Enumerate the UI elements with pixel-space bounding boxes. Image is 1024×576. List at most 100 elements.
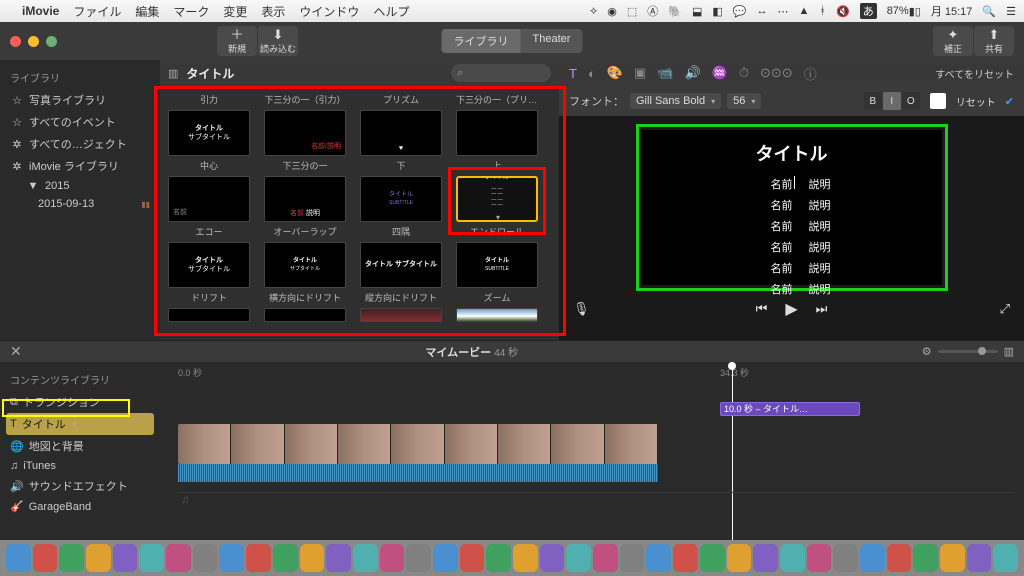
title-item-drift[interactable]: タイトルサブタイトルドリフト (168, 242, 250, 304)
import-button[interactable]: ⬇読み込む (258, 26, 298, 56)
title-item-below[interactable]: ♥下 (360, 110, 442, 172)
status-icon[interactable]: ◉ (607, 5, 617, 18)
dock-app[interactable] (86, 544, 111, 572)
sidebar-item-all-events[interactable]: ☆すべてのイベント (6, 111, 154, 133)
status-icon[interactable]: Ⓐ (647, 3, 658, 19)
title-item-endroll[interactable]: タイトル— —— —— —— —エンドロール (456, 176, 538, 238)
reset-all-button[interactable]: すべてをリセット (935, 66, 1014, 81)
menu-change[interactable]: 変更 (223, 3, 247, 20)
play-button[interactable]: ▶ (785, 299, 797, 319)
menu-file[interactable]: ファイル (73, 3, 121, 20)
content-item-garageband[interactable]: 🎸GarageBand (6, 497, 154, 516)
enhance-button[interactable]: ✦補正 (933, 26, 973, 56)
speed-icon[interactable]: ⏱ (739, 65, 749, 81)
title-item[interactable] (360, 308, 442, 322)
dock-app[interactable] (540, 544, 565, 572)
audio-track[interactable] (178, 464, 658, 482)
dock-app[interactable] (566, 544, 591, 572)
dock-app[interactable] (513, 544, 538, 572)
new-button[interactable]: ＋新規 (217, 26, 257, 56)
status-icon[interactable]: 💬 (733, 5, 747, 18)
title-item[interactable] (456, 308, 538, 322)
dock-app[interactable] (753, 544, 778, 572)
dock-app[interactable] (6, 544, 31, 572)
sidebar-item-event[interactable]: 2015-09-13▮▮ (6, 195, 154, 213)
dock-app[interactable] (486, 544, 511, 572)
dropbox-icon[interactable]: ⬓ (692, 5, 702, 18)
filter-icon[interactable]: ⊙⊙⊙ (760, 65, 793, 81)
title-item-center[interactable]: タイトルサブタイトル中心 (168, 110, 250, 172)
dock-app[interactable] (326, 544, 351, 572)
dock-app[interactable] (940, 544, 965, 572)
outline-button[interactable]: O (902, 92, 920, 110)
dock-app[interactable] (139, 544, 164, 572)
crop-icon[interactable]: ▣ (634, 65, 646, 81)
title-item-overlap[interactable]: 名前 説明オーバーラップ (264, 176, 346, 238)
dock-app[interactable] (460, 544, 485, 572)
spotlight-icon[interactable]: 🔍 (982, 5, 996, 18)
voiceover-icon[interactable]: 🎙 (573, 301, 590, 317)
volume-icon[interactable]: 🔊 (684, 65, 700, 81)
close-timeline-button[interactable]: ✕ (10, 343, 22, 360)
prev-button[interactable]: ⏮ (756, 301, 768, 317)
video-track[interactable] (178, 424, 658, 464)
playhead[interactable] (732, 362, 733, 540)
dock-app[interactable] (593, 544, 618, 572)
title-item[interactable] (168, 308, 250, 322)
italic-button[interactable]: I (883, 92, 901, 110)
status-icon[interactable]: ⋯ (777, 5, 788, 18)
status-icon[interactable]: ◧ (712, 5, 722, 18)
menu-edit[interactable]: 編集 (135, 3, 159, 20)
fullscreen-icon[interactable]: ⤢ (1000, 301, 1010, 317)
dock-app[interactable] (433, 544, 458, 572)
title-item-echo[interactable]: 名前エコー (168, 176, 250, 238)
volume-icon[interactable]: 🔇 (836, 5, 850, 18)
title-clip[interactable]: 10.0 秒 – タイトル… (720, 402, 860, 416)
dock-app[interactable] (833, 544, 858, 572)
search-input[interactable]: ⌕ (451, 64, 551, 82)
dock-app[interactable] (967, 544, 992, 572)
zoom-slider[interactable] (938, 350, 998, 353)
dock-app[interactable] (807, 544, 832, 572)
sidebar-item-year[interactable]: ▼2015 (6, 177, 154, 195)
battery-status[interactable]: 87% ▮▯ (887, 5, 921, 18)
menu-view[interactable]: 表示 (261, 3, 285, 20)
content-item-maps[interactable]: 🌐地図と背景 (6, 435, 154, 457)
content-item-titles[interactable]: Tタイトル (6, 413, 154, 435)
noise-icon[interactable]: ♒ (712, 65, 728, 81)
dock-app[interactable] (406, 544, 431, 572)
info-icon[interactable]: ⓘ (804, 64, 817, 83)
minimize-window[interactable] (28, 36, 39, 47)
timeline-tracks[interactable]: 0.0 秒 34.3 秒 10.0 秒 – タイトル… ♫ (160, 362, 1024, 540)
dock-app[interactable] (380, 544, 405, 572)
reset-button[interactable]: リセット (956, 94, 996, 109)
color-adjust-icon[interactable]: ◐ (588, 66, 596, 81)
status-icon[interactable]: ⟡ (590, 5, 597, 18)
dock-app[interactable] (700, 544, 725, 572)
status-icon[interactable]: ⬚ (627, 5, 637, 18)
sidebar-item-all-projects[interactable]: ✲すべての…ジェクト (6, 133, 154, 155)
menu-window[interactable]: ウインドウ (299, 3, 359, 20)
dock-app[interactable] (246, 544, 271, 572)
library-tab[interactable]: ライブラリ (442, 29, 521, 53)
color-correct-icon[interactable]: 🎨 (607, 65, 623, 81)
clock[interactable]: 月 15:17 (931, 3, 973, 19)
dock-app[interactable] (780, 544, 805, 572)
font-size-select[interactable]: 56 (727, 93, 761, 109)
title-item-lower-third[interactable]: 名前/説明下三分の一 (264, 110, 346, 172)
bluetooth-icon[interactable]: ᚼ (819, 5, 826, 17)
music-track[interactable]: ♫ (178, 492, 1014, 508)
menu-help[interactable]: ヘルプ (373, 3, 409, 20)
preview-canvas[interactable]: タイトル 名前説明 名前説明 名前説明 名前説明 名前説明 名前説明 (642, 130, 942, 285)
bold-button[interactable]: B (864, 92, 882, 110)
dock-app[interactable] (913, 544, 938, 572)
theater-tab[interactable]: Theater (521, 29, 583, 53)
dock-app[interactable] (860, 544, 885, 572)
dock-app[interactable] (353, 544, 378, 572)
dock-app[interactable] (193, 544, 218, 572)
dock-app[interactable] (166, 544, 191, 572)
zoom-window[interactable] (46, 36, 57, 47)
text-adjust-icon[interactable]: T (569, 66, 577, 81)
wifi-icon[interactable]: ▲ (798, 5, 809, 17)
content-item-itunes[interactable]: ♫iTunes (6, 457, 154, 475)
